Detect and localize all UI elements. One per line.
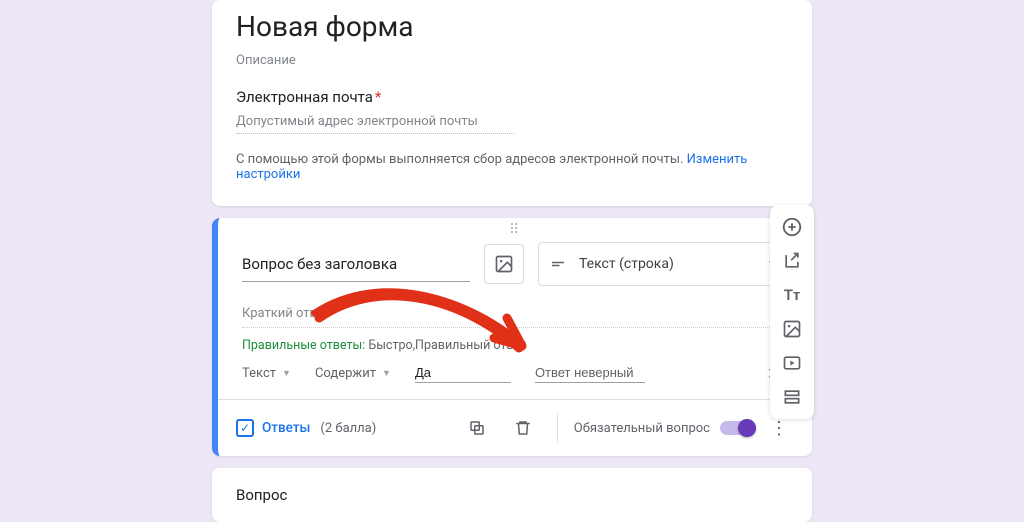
add-title-button[interactable]: Tᴛ bbox=[774, 279, 810, 311]
form-title[interactable]: Новая форма bbox=[236, 10, 788, 43]
side-toolbar: Tᴛ bbox=[770, 205, 814, 419]
section-icon bbox=[782, 387, 802, 407]
validation-kind-select[interactable]: Текст ▼ bbox=[242, 366, 291, 381]
chevron-down-icon: ▼ bbox=[282, 368, 291, 379]
email-label-text: Электронная почта bbox=[236, 88, 373, 106]
video-icon bbox=[782, 353, 802, 373]
image-icon bbox=[494, 254, 514, 274]
chevron-down-icon: ▼ bbox=[382, 368, 391, 379]
delete-button[interactable] bbox=[505, 410, 541, 446]
validation-op-label: Содержит bbox=[315, 366, 376, 381]
correct-answers-label: Правильные ответы: bbox=[242, 338, 368, 353]
validation-kind-label: Текст bbox=[242, 366, 276, 381]
form-description[interactable]: Описание bbox=[236, 53, 788, 68]
question-footer: ✓ Ответы (2 балла) Обязательный вопрос ⋮ bbox=[218, 399, 812, 456]
next-question-title: Вопрос bbox=[236, 486, 788, 504]
question-card: ⠿ Вопрос без заголовка Текст (строка) ▼ … bbox=[212, 218, 812, 456]
question-type-select[interactable]: Текст (строка) ▼ bbox=[538, 242, 788, 286]
validation-row: Текст ▼ Содержит ▼ ✕ bbox=[218, 363, 812, 399]
validation-value-input[interactable] bbox=[415, 363, 511, 383]
required-asterisk: * bbox=[375, 88, 381, 106]
validation-op-select[interactable]: Содержит ▼ bbox=[315, 366, 391, 381]
short-text-icon bbox=[549, 255, 567, 273]
duplicate-button[interactable] bbox=[459, 410, 495, 446]
email-hint-text: С помощью этой формы выполняется сбор ад… bbox=[236, 152, 687, 167]
next-question-card[interactable]: Вопрос bbox=[212, 468, 812, 522]
add-video-button[interactable] bbox=[774, 347, 810, 379]
drag-handle-icon[interactable]: ⠿ bbox=[218, 218, 812, 238]
required-toggle[interactable] bbox=[720, 421, 754, 435]
image-icon bbox=[782, 319, 802, 339]
add-section-button[interactable] bbox=[774, 381, 810, 413]
email-collection-hint: С помощью этой формы выполняется сбор ад… bbox=[236, 152, 788, 182]
points-label: (2 балла) bbox=[320, 421, 376, 436]
validation-error-input[interactable] bbox=[535, 363, 645, 383]
add-image-button[interactable] bbox=[484, 244, 524, 284]
add-question-button[interactable] bbox=[774, 211, 810, 243]
question-type-label: Текст (строка) bbox=[579, 256, 674, 272]
import-questions-button[interactable] bbox=[774, 245, 810, 277]
divider bbox=[557, 414, 558, 442]
form-header-card: Новая форма Описание Электронная почта* … bbox=[212, 0, 812, 206]
email-placeholder: Допустимый адрес электронной почты bbox=[236, 114, 514, 134]
short-answer-placeholder: Краткий ответ bbox=[242, 298, 788, 328]
required-label: Обязательный вопрос bbox=[574, 421, 710, 436]
add-image-toolbar-button[interactable] bbox=[774, 313, 810, 345]
plus-circle-icon bbox=[781, 216, 803, 238]
more-options-button[interactable]: ⋮ bbox=[764, 418, 794, 439]
check-icon: ✓ bbox=[236, 419, 254, 437]
copy-icon bbox=[468, 419, 486, 437]
text-icon: Tᴛ bbox=[784, 286, 801, 304]
email-label: Электронная почта* bbox=[236, 88, 788, 106]
answer-key-button[interactable]: ✓ Ответы bbox=[236, 419, 310, 437]
question-title-input[interactable]: Вопрос без заголовка bbox=[242, 247, 470, 282]
trash-icon bbox=[514, 419, 532, 437]
answer-key-label: Ответы bbox=[262, 420, 310, 436]
import-icon bbox=[782, 251, 802, 271]
correct-answers-line: Правильные ответы: Быстро,Правильный отв… bbox=[218, 338, 812, 353]
correct-answers-values: Быстро,Правильный ответ bbox=[368, 338, 526, 353]
